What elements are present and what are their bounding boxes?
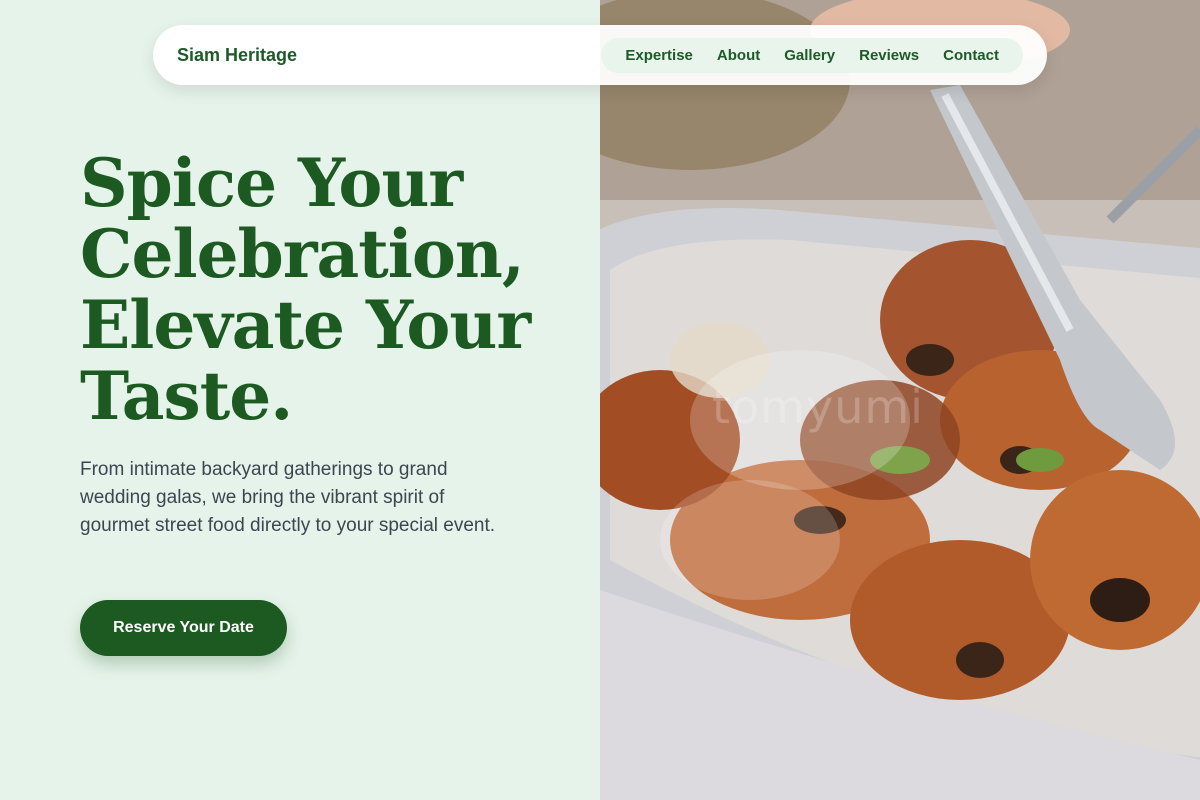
nav-link-about[interactable]: About [717,47,760,64]
reserve-date-button[interactable]: Reserve Your Date [80,600,287,656]
nav-links: Expertise About Gallery Reviews Contact [601,37,1023,73]
hero-headline: Spice Your Celebration, Elevate Your Tas… [80,144,531,435]
image-watermark: tomyumi [712,380,924,434]
nav-link-gallery[interactable]: Gallery [784,47,835,64]
top-navbar: Siam Heritage Expertise About Gallery Re… [153,25,1047,85]
nav-link-expertise[interactable]: Expertise [625,47,693,64]
hero-food-photo: tomyumi [600,0,1200,800]
nav-link-contact[interactable]: Contact [943,47,999,64]
brand-name[interactable]: Siam Heritage [177,45,297,66]
hero-subtext: From intimate backyard gatherings to gra… [80,459,496,536]
nav-link-reviews[interactable]: Reviews [859,47,919,64]
